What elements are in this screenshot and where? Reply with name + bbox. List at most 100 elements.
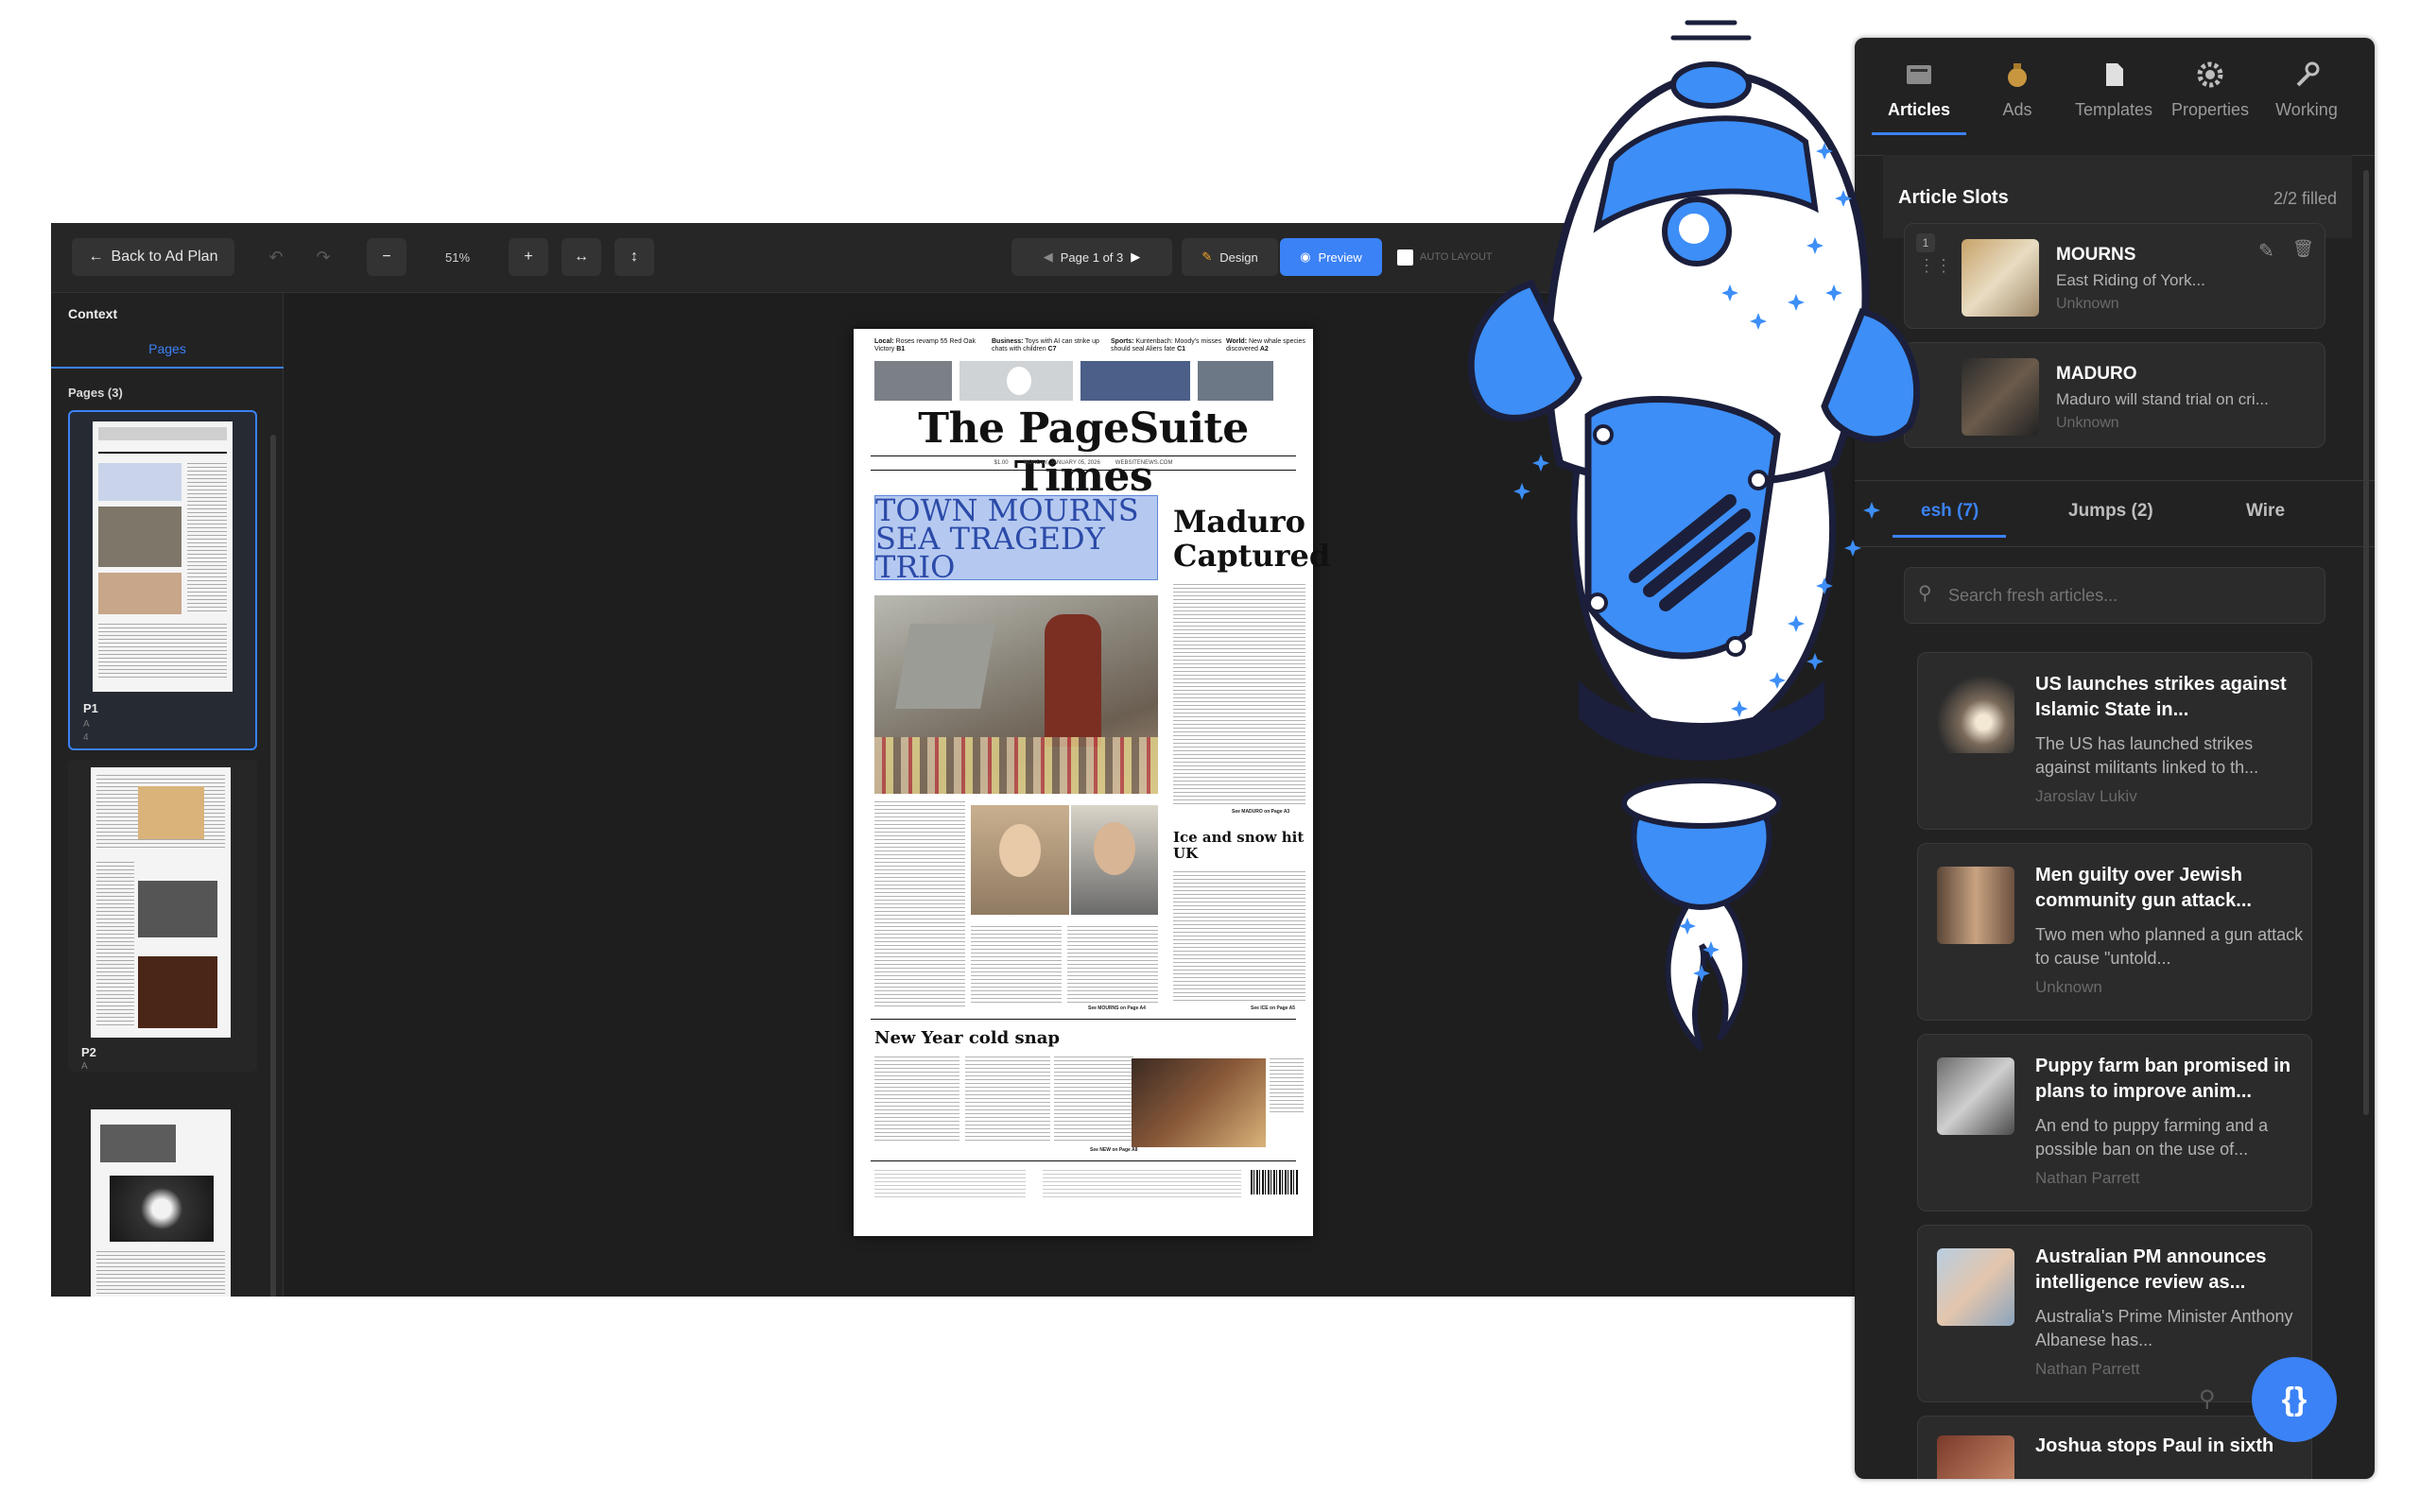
article-thumbnail: [1937, 1435, 2014, 1479]
tab-templates[interactable]: Templates: [2066, 51, 2161, 136]
article-card[interactable]: Joshua stops Paul in sixth: [1917, 1416, 2312, 1479]
article-card[interactable]: Australian PM announces intelligence rev…: [1917, 1225, 2312, 1402]
slot-description: Maduro will stand trial on cri...: [2056, 390, 2269, 408]
teaser-world[interactable]: World: New whale species discovered A2: [1226, 338, 1307, 353]
fit-height-button[interactable]: ↕: [614, 238, 654, 276]
tab-working[interactable]: Working: [2259, 51, 2354, 136]
fit-width-icon: ↔: [574, 249, 589, 265]
trash-icon[interactable]: 🗑: [2292, 239, 2314, 259]
page-thumbnail-p3[interactable]: [68, 1096, 257, 1297]
tab-wire[interactable]: Wire: [2246, 501, 2285, 522]
barcode: [1251, 1170, 1298, 1194]
redo-icon[interactable]: ↷: [308, 238, 338, 276]
bottom-headline[interactable]: New Year cold snap: [874, 1028, 1060, 1048]
wrench-icon: [2292, 60, 2321, 89]
bottom-photo: [1132, 1058, 1266, 1147]
design-mode-button[interactable]: ✎ Design: [1182, 238, 1278, 276]
article-thumbnail: [1937, 1248, 2014, 1326]
article-thumbnail: [1937, 1057, 2014, 1135]
article-description: An end to puppy farming and a possible b…: [2035, 1116, 2269, 1159]
page-meta-count: 4: [83, 732, 89, 743]
next-page-icon[interactable]: ▶: [1131, 249, 1140, 265]
teaser-local[interactable]: Local: Roses revamp 55 Red Oak Victory B…: [874, 338, 988, 353]
page-thumbnail-p1[interactable]: P1 A 4: [68, 410, 257, 750]
article-card[interactable]: Men guilty over Jewish community gun att…: [1917, 843, 2312, 1021]
jump-mourns: See MOURNS on Page A4: [1088, 1005, 1146, 1011]
slots-filled-count: 2/2 filled: [2273, 189, 2337, 208]
article-card[interactable]: US launches strikes against Islamic Stat…: [1917, 652, 2312, 830]
slot-title: MADURO: [2056, 364, 2137, 384]
footer-text: [1043, 1170, 1241, 1198]
slot-byline: Unknown: [2056, 296, 2119, 312]
tab-jumps[interactable]: Jumps (2): [2068, 501, 2153, 522]
lead-photo[interactable]: [874, 595, 1158, 794]
article-title: Joshua stops Paul in sixth: [2035, 1435, 2274, 1456]
page-preview: [93, 421, 233, 692]
body-text: [874, 1057, 959, 1142]
minus-icon: −: [382, 249, 391, 265]
article-slot[interactable]: 1 ⋮⋮ MOURNS East Riding of York... Unkno…: [1904, 223, 2325, 329]
newspaper-page[interactable]: Local: Roses revamp 55 Red Oak Victory B…: [854, 329, 1330, 1236]
tab-pages[interactable]: Pages: [51, 331, 284, 369]
side-headline[interactable]: Maduro Captured: [1173, 505, 1330, 573]
page-meta-section: A: [81, 1061, 88, 1072]
eye-icon: ◉: [1300, 249, 1311, 264]
slot-thumbnail: [1962, 239, 2039, 317]
page-meta-section: A: [83, 719, 90, 730]
money-bag-icon: [2003, 60, 2031, 89]
article-slot[interactable]: MADURO Maduro will stand trial on cri...…: [1904, 342, 2325, 448]
pages-count: Pages (3): [68, 386, 123, 400]
jump-new: See NEW on Page A8: [1090, 1147, 1138, 1153]
teaser-image: [1080, 361, 1190, 401]
teaser-image: [874, 361, 952, 401]
auto-layout-checkbox[interactable]: [1397, 249, 1413, 266]
robot-mascot-icon: [1467, 20, 1921, 1052]
body-text: [1054, 1057, 1133, 1142]
footer-text: [874, 1170, 1026, 1198]
slot-description: East Riding of York...: [2056, 271, 2205, 289]
zoom-in-button[interactable]: +: [509, 238, 548, 276]
page-navigator: ◀ Page 1 of 3 ▶: [1011, 238, 1172, 276]
article-description: Australia's Prime Minister Anthony Alban…: [2035, 1307, 2293, 1349]
fit-height-icon: ↕: [631, 249, 638, 265]
lead-headline[interactable]: TOWN MOURNS SEA TRAGEDY TRIO: [874, 495, 1158, 582]
article-card[interactable]: Puppy farm ban promised in plans to impr…: [1917, 1034, 2312, 1211]
plus-icon: +: [524, 249, 533, 265]
body-text: [971, 926, 1062, 1004]
body-text: [1270, 1058, 1304, 1115]
article-byline: Jaroslav Lukiv: [2035, 787, 2137, 805]
page-thumbnail-p2[interactable]: P2 A: [68, 760, 257, 1072]
mid-headline[interactable]: Ice and snow hit UK: [1173, 830, 1305, 862]
article-title: Puppy farm ban promised in plans to impr…: [2035, 1056, 2291, 1102]
teaser-business[interactable]: Business: Toys with AI can strike up cha…: [992, 338, 1105, 353]
fit-width-button[interactable]: ↔: [562, 238, 601, 276]
teaser-sports[interactable]: Sports: Kuntenbach: Moody's misses shoul…: [1111, 338, 1222, 353]
article-title: Australian PM announces intelligence rev…: [2035, 1246, 2267, 1293]
json-code-icon[interactable]: {}: [2252, 1357, 2337, 1442]
prev-page-icon[interactable]: ◀: [1044, 249, 1053, 265]
undo-icon[interactable]: ↶: [261, 238, 291, 276]
context-panel: Context Pages Pages (3) P1 A 4 P2 A: [51, 293, 284, 1297]
teaser-image: [1198, 361, 1273, 401]
zoom-out-button[interactable]: −: [367, 238, 406, 276]
search-fresh-articles[interactable]: ⚲: [1904, 567, 2325, 624]
edit-icon[interactable]: ✎: [2258, 239, 2274, 263]
pencil-icon: ✎: [1201, 249, 1213, 264]
page-preview: [91, 1109, 231, 1297]
preview-mode-button[interactable]: ◉ Preview: [1280, 238, 1382, 276]
pages-scrollbar[interactable]: [270, 435, 276, 1297]
portrait-photo: [971, 805, 1069, 915]
zoom-icon[interactable]: ⚲: [2199, 1385, 2216, 1413]
body-text: [1173, 584, 1305, 807]
dateline: $1.00 MONDAY, JANUARY 05, 2026 WEBSITENE…: [994, 460, 1173, 466]
articles-scrollbar[interactable]: [2363, 170, 2369, 1115]
gear-icon: [2196, 60, 2224, 89]
page-preview: [91, 767, 231, 1038]
search-input[interactable]: [1948, 579, 2308, 611]
tab-ads[interactable]: Ads: [1970, 51, 2065, 136]
tab-properties[interactable]: Properties: [2163, 51, 2257, 136]
page-label: P2: [81, 1045, 96, 1059]
jump-maduro: See MADURO on Page A3: [1232, 809, 1290, 815]
back-to-ad-plan-button[interactable]: ← Back to Ad Plan: [72, 238, 234, 276]
page-label: P1: [83, 701, 98, 715]
